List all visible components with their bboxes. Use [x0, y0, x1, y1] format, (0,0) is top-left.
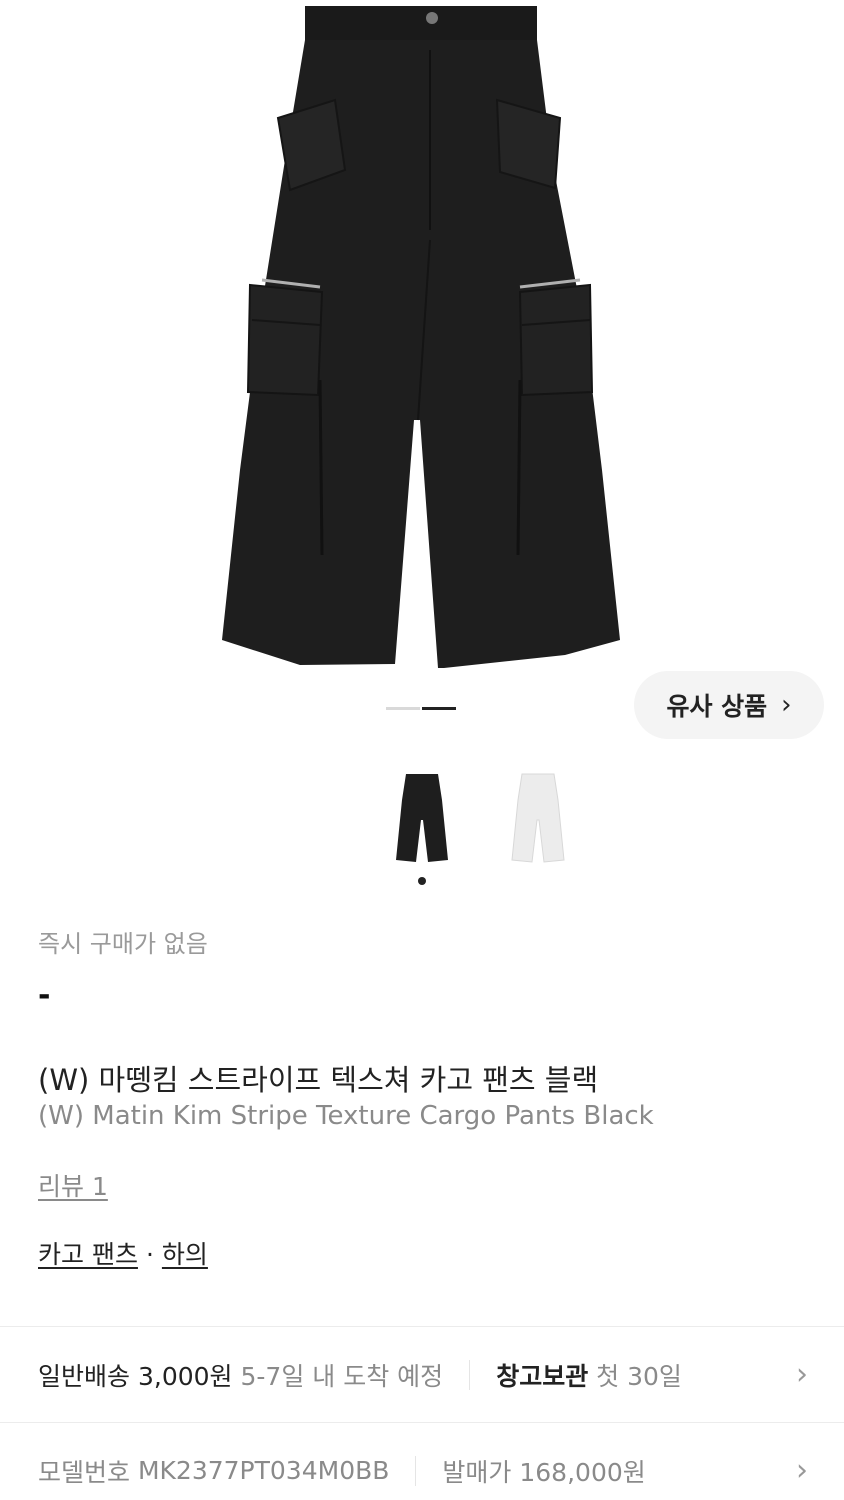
model-number: MK2377PT034M0BB [137, 1456, 390, 1485]
similar-products-label: 유사 상품 [666, 692, 768, 721]
chevron-right-icon[interactable]: › [796, 1453, 808, 1488]
storage-label: 창고보관 [496, 1361, 589, 1391]
model-info-row[interactable]: 모델번호 MK2377PT034M0BB 발매가 168,000원 › [0, 1422, 844, 1500]
shipping-label: 일반배송 [38, 1361, 131, 1391]
reviews-link[interactable]: 리뷰 1 [38, 1167, 806, 1203]
storage-text: 첫 30일 [596, 1361, 682, 1391]
row-divider [415, 1455, 417, 1486]
product-title-english: (W) Matin Kim Stripe Texture Cargo Pants… [38, 1101, 654, 1131]
category-separator: · [145, 1240, 154, 1269]
row-divider [469, 1359, 471, 1390]
thumbnail-white[interactable] [508, 770, 568, 870]
price: - [38, 978, 51, 1013]
product-image [222, 6, 620, 668]
pager-dot-active[interactable] [422, 707, 456, 710]
pager-dot[interactable] [386, 707, 420, 710]
text-fade [694, 1327, 784, 1422]
shipping-eta: 5-7일 내 도착 예정 [240, 1361, 444, 1391]
category-breadcrumb: 카고 팬츠 · 하의 [38, 1235, 806, 1271]
thumbnail-black[interactable] [392, 770, 452, 870]
category-link-bottoms[interactable]: 하의 [162, 1240, 208, 1269]
instant-buy-notice: 즉시 구매가 없음 [38, 930, 208, 958]
image-pager [386, 707, 456, 710]
product-title-korean: (W) 마뗑킴 스트라이프 텍스쳐 카고 팬츠 블랙 [38, 1063, 599, 1097]
shipping-row[interactable]: 일반배송 3,000원 5-7일 내 도착 예정 창고보관 첫 30일 › [0, 1326, 844, 1422]
release-price-label: 발매가 [442, 1457, 512, 1487]
release-price: 168,000원 [519, 1457, 646, 1487]
color-thumbnails [0, 770, 844, 890]
category-link-cargo-pants[interactable]: 카고 팬츠 [38, 1240, 138, 1269]
chevron-right-icon[interactable]: › [796, 1357, 808, 1392]
similar-products-button[interactable]: 유사 상품 › [634, 671, 824, 739]
model-number-label: 모델번호 [38, 1457, 131, 1487]
text-fade [694, 1423, 784, 1500]
chevron-right-icon: › [781, 690, 792, 720]
shipping-fee: 3,000원 [137, 1361, 233, 1391]
selected-thumbnail-indicator [418, 877, 426, 885]
product-image-gallery[interactable]: 유사 상품 › [0, 0, 844, 760]
